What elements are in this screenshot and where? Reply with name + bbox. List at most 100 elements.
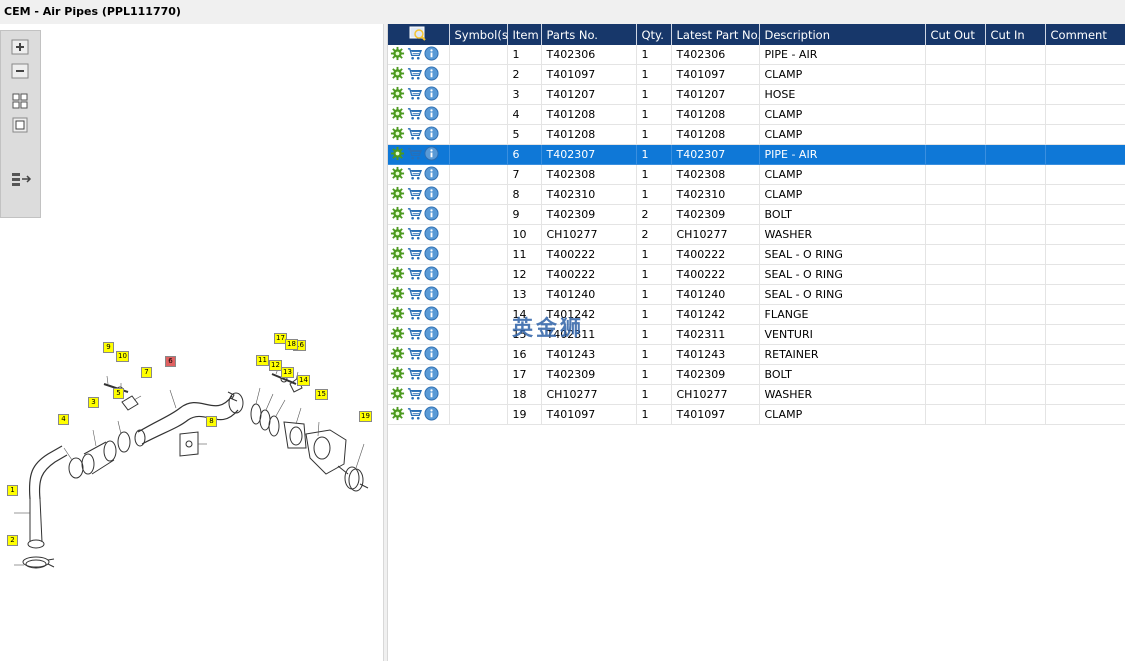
- gear-icon[interactable]: [390, 146, 405, 164]
- shopping-cart-icon[interactable]: [407, 226, 422, 244]
- gear-icon[interactable]: [390, 246, 405, 264]
- callout-label[interactable]: 12: [269, 360, 282, 371]
- callout-label[interactable]: 4: [58, 414, 69, 425]
- column-header-cut-out[interactable]: Cut Out: [925, 24, 986, 45]
- info-icon[interactable]: [424, 405, 439, 424]
- info-icon[interactable]: [424, 165, 439, 184]
- info-icon[interactable]: [424, 245, 439, 264]
- callout-label[interactable]: 13: [281, 367, 294, 378]
- column-header-description[interactable]: Description: [759, 24, 926, 45]
- shopping-cart-icon[interactable]: [407, 66, 422, 84]
- info-icon[interactable]: [424, 85, 439, 104]
- shopping-cart-icon[interactable]: [407, 306, 422, 324]
- table-row[interactable]: 1 T402306 1 T402306 PIPE - AIR: [388, 45, 1125, 65]
- zoom-out-icon[interactable]: [11, 63, 29, 79]
- column-header-cut-in[interactable]: Cut In: [985, 24, 1046, 45]
- column-header-item[interactable]: Item: [507, 24, 542, 45]
- shopping-cart-icon[interactable]: [407, 326, 422, 344]
- gear-icon[interactable]: [390, 46, 405, 64]
- shopping-cart-icon[interactable]: [407, 266, 422, 284]
- gear-icon[interactable]: [390, 326, 405, 344]
- table-row[interactable]: 10 CH10277 2 CH10277 WASHER: [388, 224, 1125, 245]
- fit-page-icon[interactable]: [11, 117, 29, 133]
- shopping-cart-icon[interactable]: [407, 126, 422, 144]
- gear-icon[interactable]: [390, 126, 405, 144]
- info-icon[interactable]: [424, 225, 439, 244]
- table-row[interactable]: 13 T401240 1 T401240 SEAL - O RING: [388, 284, 1125, 305]
- gear-icon[interactable]: [390, 66, 405, 84]
- callout-label[interactable]: 6: [165, 356, 176, 367]
- table-row[interactable]: 8 T402310 1 T402310 CLAMP: [388, 184, 1125, 205]
- info-icon[interactable]: [424, 205, 439, 224]
- info-icon[interactable]: [424, 65, 439, 84]
- column-header-qty[interactable]: Qty.: [636, 24, 672, 45]
- zoom-in-icon[interactable]: [11, 39, 29, 55]
- callout-label[interactable]: 2: [7, 535, 18, 546]
- table-row[interactable]: 19 T401097 1 T401097 CLAMP: [388, 404, 1125, 425]
- shopping-cart-icon[interactable]: [407, 186, 422, 204]
- info-icon[interactable]: [424, 125, 439, 144]
- table-row[interactable]: 17 T402309 1 T402309 BOLT: [388, 364, 1125, 385]
- gear-icon[interactable]: [390, 166, 405, 184]
- column-header-comment[interactable]: Comment: [1045, 24, 1125, 45]
- gear-icon[interactable]: [390, 386, 405, 404]
- column-header-symbols[interactable]: Symbol(s): [449, 24, 508, 45]
- diagram-pane[interactable]: 1 2 3 4 5 6 7 8 9 10 11 12 13 14 15 16 17 18 19: [0, 24, 383, 661]
- callout-label[interactable]: 19: [359, 411, 372, 422]
- info-icon[interactable]: [424, 365, 439, 384]
- shopping-cart-icon[interactable]: [407, 406, 422, 424]
- column-header-parts-no[interactable]: Parts No.: [541, 24, 637, 45]
- table-row[interactable]: 15 T402311 1 T402311 VENTURI: [388, 324, 1125, 345]
- shopping-cart-icon[interactable]: [407, 346, 422, 364]
- table-row[interactable]: 6 T402307 1 T402307 PIPE - AIR: [388, 144, 1125, 165]
- table-row[interactable]: 18 CH10277 1 CH10277 WASHER: [388, 384, 1125, 405]
- shopping-cart-icon[interactable]: [407, 386, 422, 404]
- table-row[interactable]: 9 T402309 2 T402309 BOLT: [388, 204, 1125, 225]
- fit-all-icon[interactable]: [11, 93, 29, 109]
- callout-label[interactable]: 3: [88, 397, 99, 408]
- shopping-cart-icon[interactable]: [407, 106, 422, 124]
- callout-label[interactable]: 10: [116, 351, 129, 362]
- info-icon[interactable]: [424, 385, 439, 404]
- gear-icon[interactable]: [390, 86, 405, 104]
- info-icon[interactable]: [424, 145, 439, 164]
- callout-label[interactable]: 5: [113, 388, 124, 399]
- table-row[interactable]: 11 T400222 1 T400222 SEAL - O RING: [388, 244, 1125, 265]
- info-icon[interactable]: [424, 325, 439, 344]
- gear-icon[interactable]: [390, 266, 405, 284]
- gear-icon[interactable]: [390, 206, 405, 224]
- callout-label[interactable]: 18: [285, 339, 298, 350]
- preview-search-icon[interactable]: [409, 25, 427, 41]
- table-row[interactable]: 3 T401207 1 T401207 HOSE: [388, 84, 1125, 105]
- gear-icon[interactable]: [390, 346, 405, 364]
- shopping-cart-icon[interactable]: [407, 46, 422, 64]
- info-icon[interactable]: [424, 185, 439, 204]
- shopping-cart-icon[interactable]: [407, 286, 422, 304]
- shopping-cart-icon[interactable]: [407, 246, 422, 264]
- callout-label[interactable]: 15: [315, 389, 328, 400]
- table-row[interactable]: 2 T401097 1 T401097 CLAMP: [388, 64, 1125, 85]
- table-row[interactable]: 16 T401243 1 T401243 RETAINER: [388, 344, 1125, 365]
- callout-label[interactable]: 9: [103, 342, 114, 353]
- gear-icon[interactable]: [390, 406, 405, 424]
- table-row[interactable]: 4 T401208 1 T401208 CLAMP: [388, 104, 1125, 125]
- info-icon[interactable]: [424, 105, 439, 124]
- table-row[interactable]: 5 T401208 1 T401208 CLAMP: [388, 124, 1125, 145]
- info-icon[interactable]: [424, 265, 439, 284]
- shopping-cart-icon[interactable]: [407, 166, 422, 184]
- table-row[interactable]: 7 T402308 1 T402308 CLAMP: [388, 164, 1125, 185]
- table-row[interactable]: 14 T401242 1 T401242 FLANGE: [388, 304, 1125, 325]
- gear-icon[interactable]: [390, 366, 405, 384]
- gear-icon[interactable]: [390, 186, 405, 204]
- column-header-latest-part-no[interactable]: Latest Part No.: [671, 24, 760, 45]
- gear-icon[interactable]: [390, 226, 405, 244]
- callout-label[interactable]: 8: [206, 416, 217, 427]
- callout-label[interactable]: 11: [256, 355, 269, 366]
- callout-label[interactable]: 14: [297, 375, 310, 386]
- shopping-cart-icon[interactable]: [407, 366, 422, 384]
- info-icon[interactable]: [424, 285, 439, 304]
- gear-icon[interactable]: [390, 286, 405, 304]
- column-header-tools[interactable]: [388, 24, 450, 45]
- shopping-cart-icon[interactable]: [407, 206, 422, 224]
- gear-icon[interactable]: [390, 106, 405, 124]
